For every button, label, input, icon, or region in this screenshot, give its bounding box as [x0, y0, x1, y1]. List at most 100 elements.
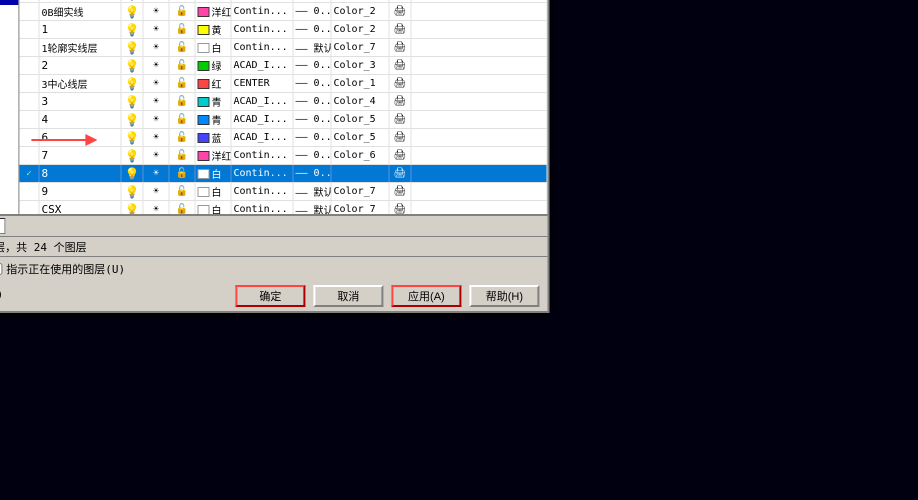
layer-row[interactable]: 9 💡 ☀ 🔓 白 Contin... —— 默认 Color_7 🖨 — [19, 183, 547, 201]
cell-freeze[interactable]: ☀ — [143, 129, 169, 146]
cell-print[interactable]: 🖨 — [389, 3, 411, 20]
cell-color[interactable]: 白 — [195, 201, 231, 214]
cell-print[interactable]: 🖨 — [389, 129, 411, 146]
search-input[interactable] — [0, 218, 5, 234]
cell-name: 3 — [39, 93, 121, 110]
cell-lock[interactable]: 🔓 — [169, 57, 195, 74]
cell-freeze[interactable]: ☀ — [143, 75, 169, 92]
tree-item-used[interactable]: → 所有使用的图层 — [0, 0, 18, 5]
layer-row[interactable]: 4 💡 ☀ 🔓 青 ACAD_I... —— 0... Color_5 🖨 — [19, 111, 547, 129]
cell-freeze[interactable]: ☀ — [143, 93, 169, 110]
cell-on[interactable]: 💡 — [121, 165, 143, 182]
cell-lock[interactable]: 🔓 — [169, 75, 195, 92]
layer-row[interactable]: 3 💡 ☀ 🔓 青 ACAD_I... —— 0... Color_4 🖨 — [19, 93, 547, 111]
layer-row-selected[interactable]: ✓ 8 💡 ☀ 🔓 白 Contin... —— 0... 🖨 — [19, 165, 547, 183]
cell-lock[interactable]: 🔓 — [169, 147, 195, 164]
ok-button[interactable]: 确定 — [235, 285, 305, 307]
cell-print[interactable]: 🖨 — [389, 147, 411, 164]
cell-lock[interactable]: 🔓 — [169, 39, 195, 56]
layer-row[interactable]: 0B细实线 💡 ☀ 🔓 洋红 Contin... —— 0... Color_2… — [19, 3, 547, 21]
cell-print[interactable]: 🖨 — [389, 183, 411, 200]
cell-freeze[interactable]: ☀ — [143, 165, 169, 182]
indicate-used-checkbox[interactable] — [0, 263, 2, 275]
layer-tree-panel[interactable]: □ 📁 全部 → 所有使用的图层 — [0, 0, 19, 214]
cell-name: 6 — [39, 129, 121, 146]
cell-color[interactable]: 黄 — [195, 21, 231, 38]
cell-freeze[interactable]: ☀ — [143, 111, 169, 128]
cell-desc — [411, 21, 547, 38]
layer-list-body[interactable]: ▶ 0 💡 ☀ 🔓 红 Contin... —— 0... Color_1 🖨 … — [19, 0, 547, 214]
layer-row[interactable]: 3中心线层 💡 ☀ 🔓 红 CENTER —— 0... Color_1 🖨 — [19, 75, 547, 93]
cell-print[interactable]: 🖨 — [389, 75, 411, 92]
cell-lock[interactable]: 🔓 — [169, 201, 195, 214]
cell-status — [19, 183, 39, 200]
cell-on[interactable]: 💡 — [121, 147, 143, 164]
cell-lineweight: —— 0... — [293, 57, 331, 74]
cell-print[interactable]: 🖨 — [389, 0, 411, 2]
layer-row[interactable]: 7 💡 ☀ 🔓 洋红 Contin... —— 0... Color_6 🖨 — [19, 147, 547, 165]
cell-lock[interactable]: 🔓 — [169, 111, 195, 128]
cell-on[interactable]: 💡 — [121, 21, 143, 38]
cell-freeze[interactable]: ☀ — [143, 201, 169, 214]
cancel-button[interactable]: 取消 — [313, 285, 383, 307]
help-button-bottom[interactable]: 帮助(H) — [469, 285, 539, 307]
layer-row[interactable]: 1轮廓实线层 💡 ☀ 🔓 白 Contin... —— 默认 Color_7 🖨 — [19, 39, 547, 57]
cell-on[interactable]: 💡 — [121, 111, 143, 128]
cell-color[interactable]: 红 — [195, 0, 231, 2]
cell-freeze[interactable]: ☀ — [143, 21, 169, 38]
cell-freeze[interactable]: ☀ — [143, 39, 169, 56]
cell-on[interactable]: 💡 — [121, 201, 143, 214]
cell-name: 2 — [39, 57, 121, 74]
cell-print[interactable]: 🖨 — [389, 201, 411, 214]
cell-on[interactable]: 💡 — [121, 0, 143, 2]
cell-print[interactable]: 🖨 — [389, 93, 411, 110]
cell-print[interactable]: 🖨 — [389, 21, 411, 38]
cell-print[interactable]: 🖨 — [389, 57, 411, 74]
bottom-area: 反转过滤器(I) 指示正在使用的图层(U) 应用到图层工具栏(T) 确定 取消 … — [0, 256, 547, 311]
cell-color[interactable]: 青 — [195, 111, 231, 128]
cell-color[interactable]: 白 — [195, 183, 231, 200]
cell-print-style: Color_4 — [331, 93, 389, 110]
cell-lock[interactable]: 🔓 — [169, 21, 195, 38]
cell-freeze[interactable]: ☀ — [143, 3, 169, 20]
checkbox-apply-toolbar[interactable]: 应用到图层工具栏(T) — [0, 286, 3, 302]
cell-on[interactable]: 💡 — [121, 39, 143, 56]
layer-row[interactable]: 2 💡 ☀ 🔓 绿 ACAD_I... —— 0... Color_3 🖨 — [19, 57, 547, 75]
layer-row[interactable]: 6 💡 ☀ 🔓 蓝 ACAD_I... —— 0... Color_5 🖨 — [19, 129, 547, 147]
cell-print[interactable]: 🖨 — [389, 165, 411, 182]
cell-on[interactable]: 💡 — [121, 183, 143, 200]
cell-desc — [411, 111, 547, 128]
cell-on[interactable]: 💡 — [121, 57, 143, 74]
cell-lock[interactable]: 🔓 — [169, 183, 195, 200]
cell-color[interactable]: 蓝 — [195, 129, 231, 146]
cell-lock[interactable]: 🔓 — [169, 0, 195, 2]
cell-lock[interactable]: 🔓 — [169, 165, 195, 182]
cell-color[interactable]: 白 — [195, 165, 231, 182]
cell-lineweight: —— 0... — [293, 3, 331, 20]
cell-color[interactable]: 青 — [195, 93, 231, 110]
apply-button[interactable]: 应用(A) — [391, 285, 461, 307]
cell-print[interactable]: 🖨 — [389, 39, 411, 56]
cell-print[interactable]: 🖨 — [389, 111, 411, 128]
cell-on[interactable]: 💡 — [121, 129, 143, 146]
cell-on[interactable]: 💡 — [121, 75, 143, 92]
cell-status — [19, 75, 39, 92]
cell-color[interactable]: 白 — [195, 39, 231, 56]
cell-on[interactable]: 💡 — [121, 3, 143, 20]
cell-color[interactable]: 洋红 — [195, 147, 231, 164]
cell-freeze[interactable]: ☀ — [143, 57, 169, 74]
cell-lock[interactable]: 🔓 — [169, 93, 195, 110]
layer-row[interactable]: CSX 💡 ☀ 🔓 白 Contin... —— 默认 Color_7 🖨 — [19, 201, 547, 214]
cell-freeze[interactable]: ☀ — [143, 183, 169, 200]
cell-lock[interactable]: 🔓 — [169, 129, 195, 146]
layer-row[interactable]: 1 💡 ☀ 🔓 黄 Contin... —— 0... Color_2 🖨 — [19, 21, 547, 39]
cell-color[interactable]: 绿 — [195, 57, 231, 74]
cell-lock[interactable]: 🔓 — [169, 3, 195, 20]
checkbox-indicate-used[interactable]: 指示正在使用的图层(U) — [0, 261, 125, 277]
cell-color[interactable]: 红 — [195, 75, 231, 92]
cell-freeze[interactable]: ☀ — [143, 147, 169, 164]
content-area: □ 📁 全部 → 所有使用的图层 状 名称 开 冻结 锁定 颜色 线型 线宽 打… — [0, 0, 547, 215]
cell-color[interactable]: 洋红 — [195, 3, 231, 20]
cell-on[interactable]: 💡 — [121, 93, 143, 110]
cell-freeze[interactable]: ☀ — [143, 0, 169, 2]
